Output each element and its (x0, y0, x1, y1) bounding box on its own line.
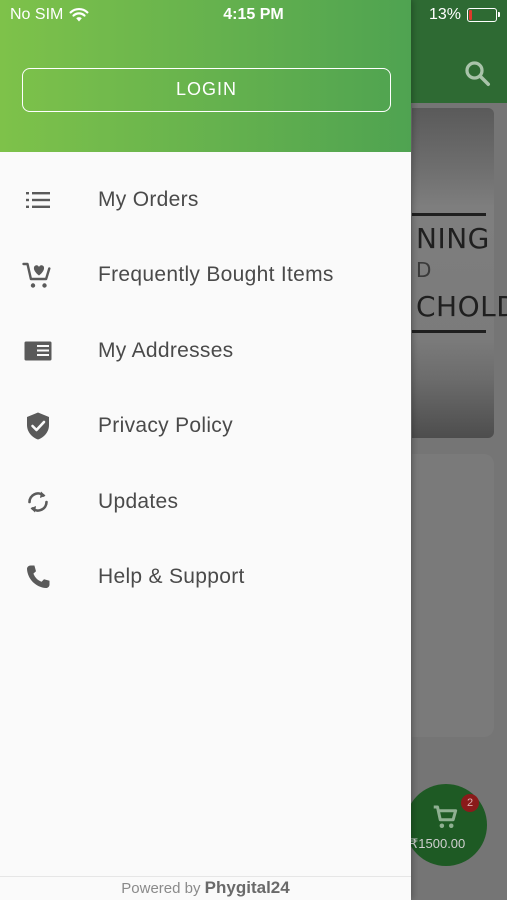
menu-label-privacy-policy: Privacy Policy (98, 414, 233, 438)
banner-text-line-3: CHOLD (416, 290, 507, 323)
footer-divider (0, 876, 411, 877)
cart-amount: ₹1500.00 (410, 836, 466, 851)
cart-count-badge: 2 (461, 794, 479, 812)
menu-label-updates: Updates (98, 489, 179, 513)
menu-item-help-support[interactable]: Help & Support (0, 540, 411, 616)
menu-item-frequently-bought[interactable]: Frequently Bought Items (0, 238, 411, 314)
sync-icon (28, 491, 48, 513)
cart-icon (433, 805, 458, 828)
phone-icon (27, 565, 50, 589)
drawer-menu: My Orders Frequently Bought Items My Add… (0, 162, 411, 615)
search-icon[interactable] (462, 58, 492, 88)
navigation-drawer: LOGIN My Orders Frequently Bought Items (0, 0, 411, 900)
banner-rule-bottom (412, 330, 486, 333)
battery-level (469, 10, 472, 20)
status-right: 13% (428, 6, 500, 24)
menu-item-my-addresses[interactable]: My Addresses (0, 313, 411, 389)
shield-check-icon (27, 412, 49, 440)
menu-label-frequently-bought: Frequently Bought Items (98, 263, 334, 287)
menu-item-updates[interactable]: Updates (0, 464, 411, 540)
menu-item-my-orders[interactable]: My Orders (0, 162, 411, 238)
cart-heart-icon (22, 263, 51, 288)
content-card[interactable] (412, 454, 494, 737)
status-bar: No SIM 4:15 PM 13% (0, 0, 507, 30)
powered-by: Powered by Phygital24 (0, 878, 411, 898)
address-card-icon (24, 341, 52, 361)
login-button[interactable]: LOGIN (22, 68, 391, 112)
menu-label-my-orders: My Orders (98, 187, 199, 211)
list-icon (26, 191, 50, 208)
banner-text-line-1: NING (416, 222, 490, 255)
battery-percent: 13% (428, 6, 461, 23)
menu-label-help-support: Help & Support (98, 565, 245, 589)
banner-text-line-2: D (416, 258, 432, 282)
menu-item-privacy-policy[interactable]: Privacy Policy (0, 389, 411, 465)
powered-by-prefix: Powered by (121, 880, 201, 897)
menu-label-my-addresses: My Addresses (98, 338, 234, 362)
banner-rule-top (412, 213, 486, 216)
powered-by-brand: Phygital24 (204, 878, 290, 897)
battery-icon (467, 8, 500, 22)
